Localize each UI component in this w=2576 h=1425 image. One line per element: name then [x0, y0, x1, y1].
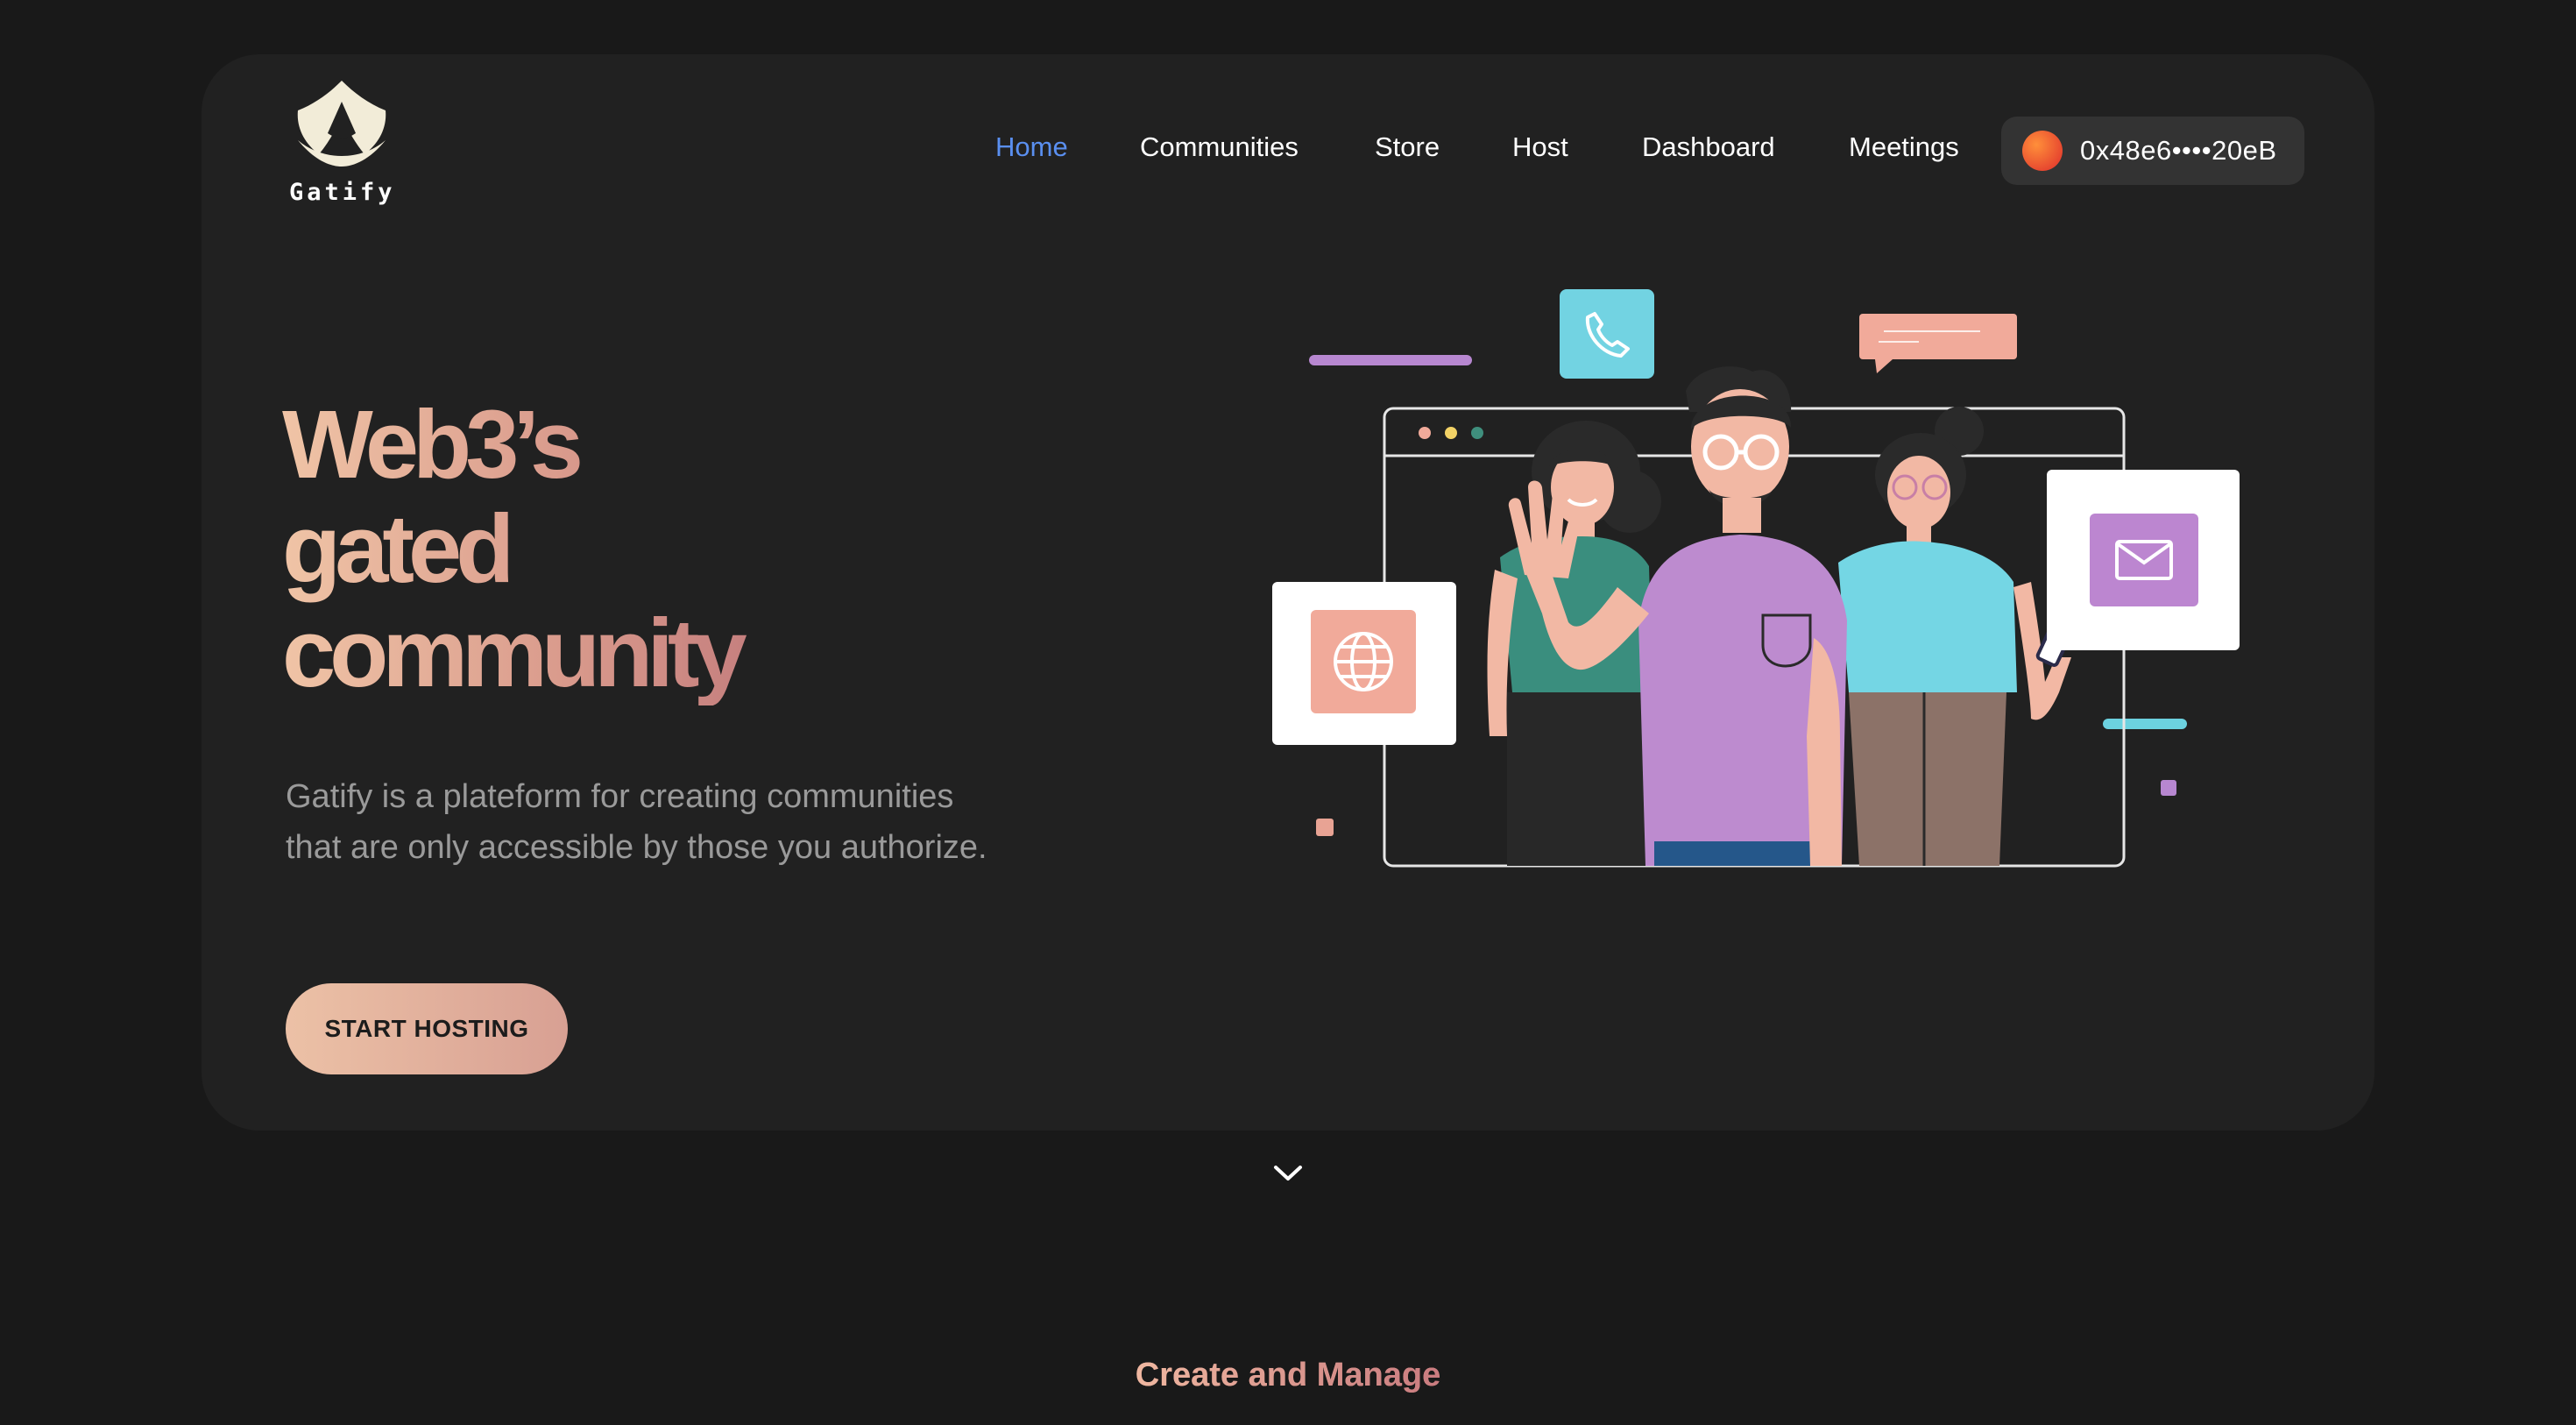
globe-tile — [1272, 582, 1456, 745]
start-hosting-button[interactable]: START HOSTING — [286, 983, 568, 1074]
chat-bubble-icon — [1859, 314, 2017, 373]
wallet-address: 0x48e6••••20eB — [2080, 135, 2277, 166]
phone-tile — [1560, 289, 1654, 379]
mail-tile — [2047, 470, 2240, 650]
decor-bar-cyan — [2103, 719, 2187, 729]
gatify-logo-icon — [297, 81, 386, 167]
decor-square-pink — [1316, 819, 1334, 836]
chevron-down-icon[interactable] — [1272, 1162, 1304, 1183]
hero-illustration — [1272, 289, 2240, 868]
headline-line-1: Web3’s — [282, 391, 578, 499]
decor-bar-purple — [1309, 355, 1472, 365]
headline-line-2: gated — [282, 495, 509, 603]
decor-square-purple — [2161, 780, 2176, 796]
brand-logo[interactable]: Gatify — [289, 79, 394, 206]
section-title-text: Create and Manage — [1135, 1357, 1441, 1393]
nav-dashboard[interactable]: Dashboard — [1642, 133, 1775, 160]
nav-communities[interactable]: Communities — [1140, 133, 1299, 160]
hero-headline: Web3’s gated community — [282, 393, 913, 705]
nav-store[interactable]: Store — [1375, 133, 1440, 160]
nav-meetings[interactable]: Meetings — [1849, 133, 1959, 160]
subtitle-line-2: that are only accessible by those you au… — [286, 829, 987, 866]
subtitle-line-1: Gatify is a plateform for creating commu… — [286, 778, 954, 815]
nav-home[interactable]: Home — [995, 133, 1068, 160]
wallet-button[interactable]: 0x48e6••••20eB — [2001, 117, 2304, 185]
section-title: Create and Manage — [0, 1357, 2576, 1394]
woman-right-figure — [1838, 407, 2079, 866]
wallet-avatar — [2022, 131, 2063, 171]
headline-line-3: community — [282, 599, 741, 707]
nav-host[interactable]: Host — [1512, 133, 1568, 160]
hero-subtitle: Gatify is a plateform for creating commu… — [286, 771, 1057, 873]
brand-name: Gatify — [289, 179, 396, 206]
